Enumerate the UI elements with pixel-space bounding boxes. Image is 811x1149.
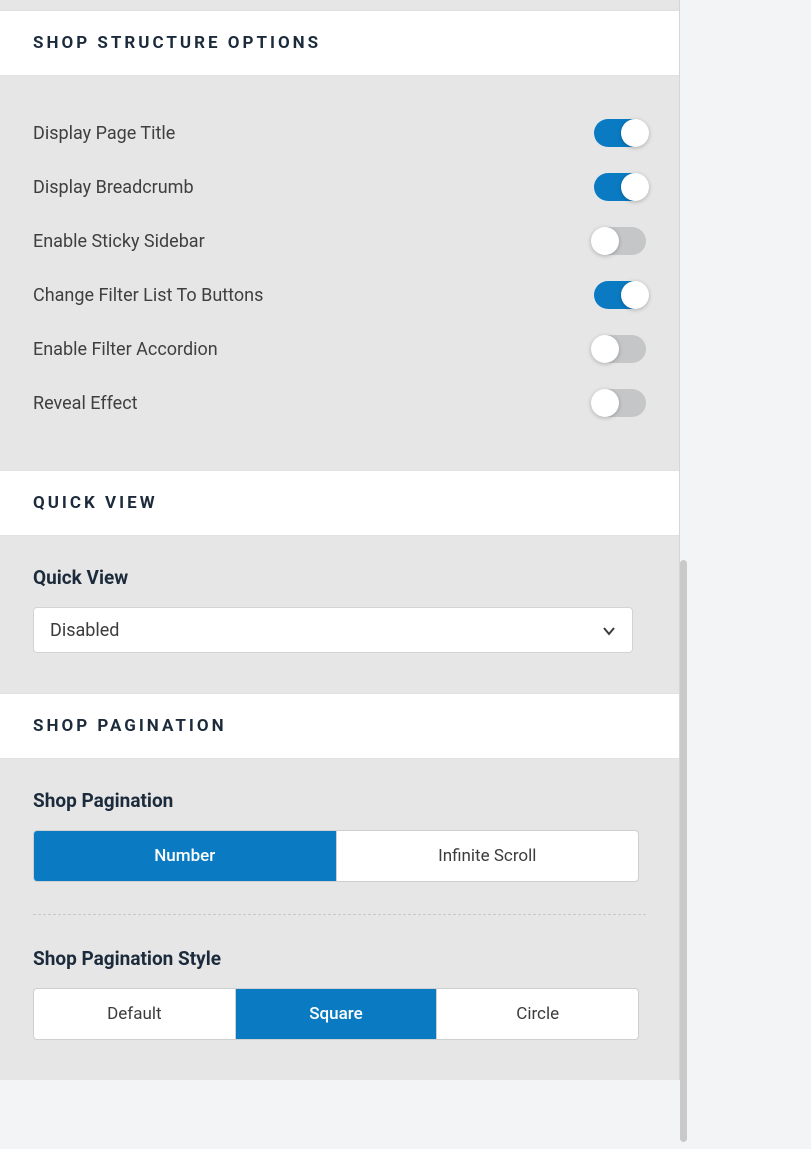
- toggle-row: Enable Filter Accordion: [33, 322, 646, 376]
- settings-panel: SHOP STRUCTURE OPTIONS Display Page Titl…: [0, 0, 680, 1080]
- toggle-switch[interactable]: [594, 389, 646, 417]
- toggle-row: Display Breadcrumb: [33, 160, 646, 214]
- section-body-quickview: Quick View Disabled: [0, 536, 679, 693]
- chevron-down-icon: [602, 623, 616, 637]
- pagination-style-label: Shop Pagination Style: [33, 947, 646, 970]
- pagination-style-option[interactable]: Square: [236, 989, 438, 1039]
- quickview-field-label: Quick View: [33, 566, 646, 589]
- pagination-type-group: NumberInfinite Scroll: [33, 830, 639, 882]
- pagination-type-option[interactable]: Number: [34, 831, 337, 881]
- pagination-style-group: DefaultSquareCircle: [33, 988, 639, 1040]
- section-body-pagination: Shop Pagination NumberInfinite Scroll Sh…: [0, 759, 679, 1080]
- toggle-switch[interactable]: [594, 173, 646, 201]
- separator: [33, 914, 646, 915]
- pagination-type-option[interactable]: Infinite Scroll: [337, 831, 639, 881]
- toggle-label: Change Filter List To Buttons: [33, 285, 263, 306]
- toggle-row: Display Page Title: [33, 106, 646, 160]
- toggle-row: Enable Sticky Sidebar: [33, 214, 646, 268]
- toggle-knob: [591, 335, 619, 363]
- quickview-select[interactable]: Disabled: [33, 607, 633, 653]
- scrollbar[interactable]: [680, 560, 687, 1142]
- toggle-switch[interactable]: [594, 281, 646, 309]
- toggle-knob: [621, 119, 649, 147]
- section-header-structure: SHOP STRUCTURE OPTIONS: [0, 10, 679, 76]
- toggle-label: Display Page Title: [33, 123, 175, 144]
- toggle-label: Display Breadcrumb: [33, 177, 194, 198]
- pagination-style-option[interactable]: Default: [34, 989, 236, 1039]
- toggle-knob: [591, 227, 619, 255]
- toggle-label: Enable Filter Accordion: [33, 339, 218, 360]
- toggle-label: Enable Sticky Sidebar: [33, 231, 205, 252]
- toggle-switch[interactable]: [594, 119, 646, 147]
- section-title-structure: SHOP STRUCTURE OPTIONS: [33, 33, 646, 53]
- toggle-row: Reveal Effect: [33, 376, 646, 430]
- toggle-knob: [621, 281, 649, 309]
- section-title-quickview: QUICK VIEW: [33, 493, 646, 513]
- toggle-switch[interactable]: [594, 335, 646, 363]
- toggle-switch[interactable]: [594, 227, 646, 255]
- quickview-select-value: Disabled: [50, 620, 119, 641]
- pagination-style-option[interactable]: Circle: [437, 989, 638, 1039]
- section-title-pagination: SHOP PAGINATION: [33, 716, 646, 736]
- toggle-row: Change Filter List To Buttons: [33, 268, 646, 322]
- toggle-label: Reveal Effect: [33, 393, 138, 414]
- section-body-structure: Display Page Title Display Breadcrumb Enab…: [0, 76, 679, 470]
- toggle-knob: [621, 173, 649, 201]
- pagination-type-label: Shop Pagination: [33, 789, 646, 812]
- toggle-knob: [591, 389, 619, 417]
- section-header-quickview: QUICK VIEW: [0, 470, 679, 536]
- section-header-pagination: SHOP PAGINATION: [0, 693, 679, 759]
